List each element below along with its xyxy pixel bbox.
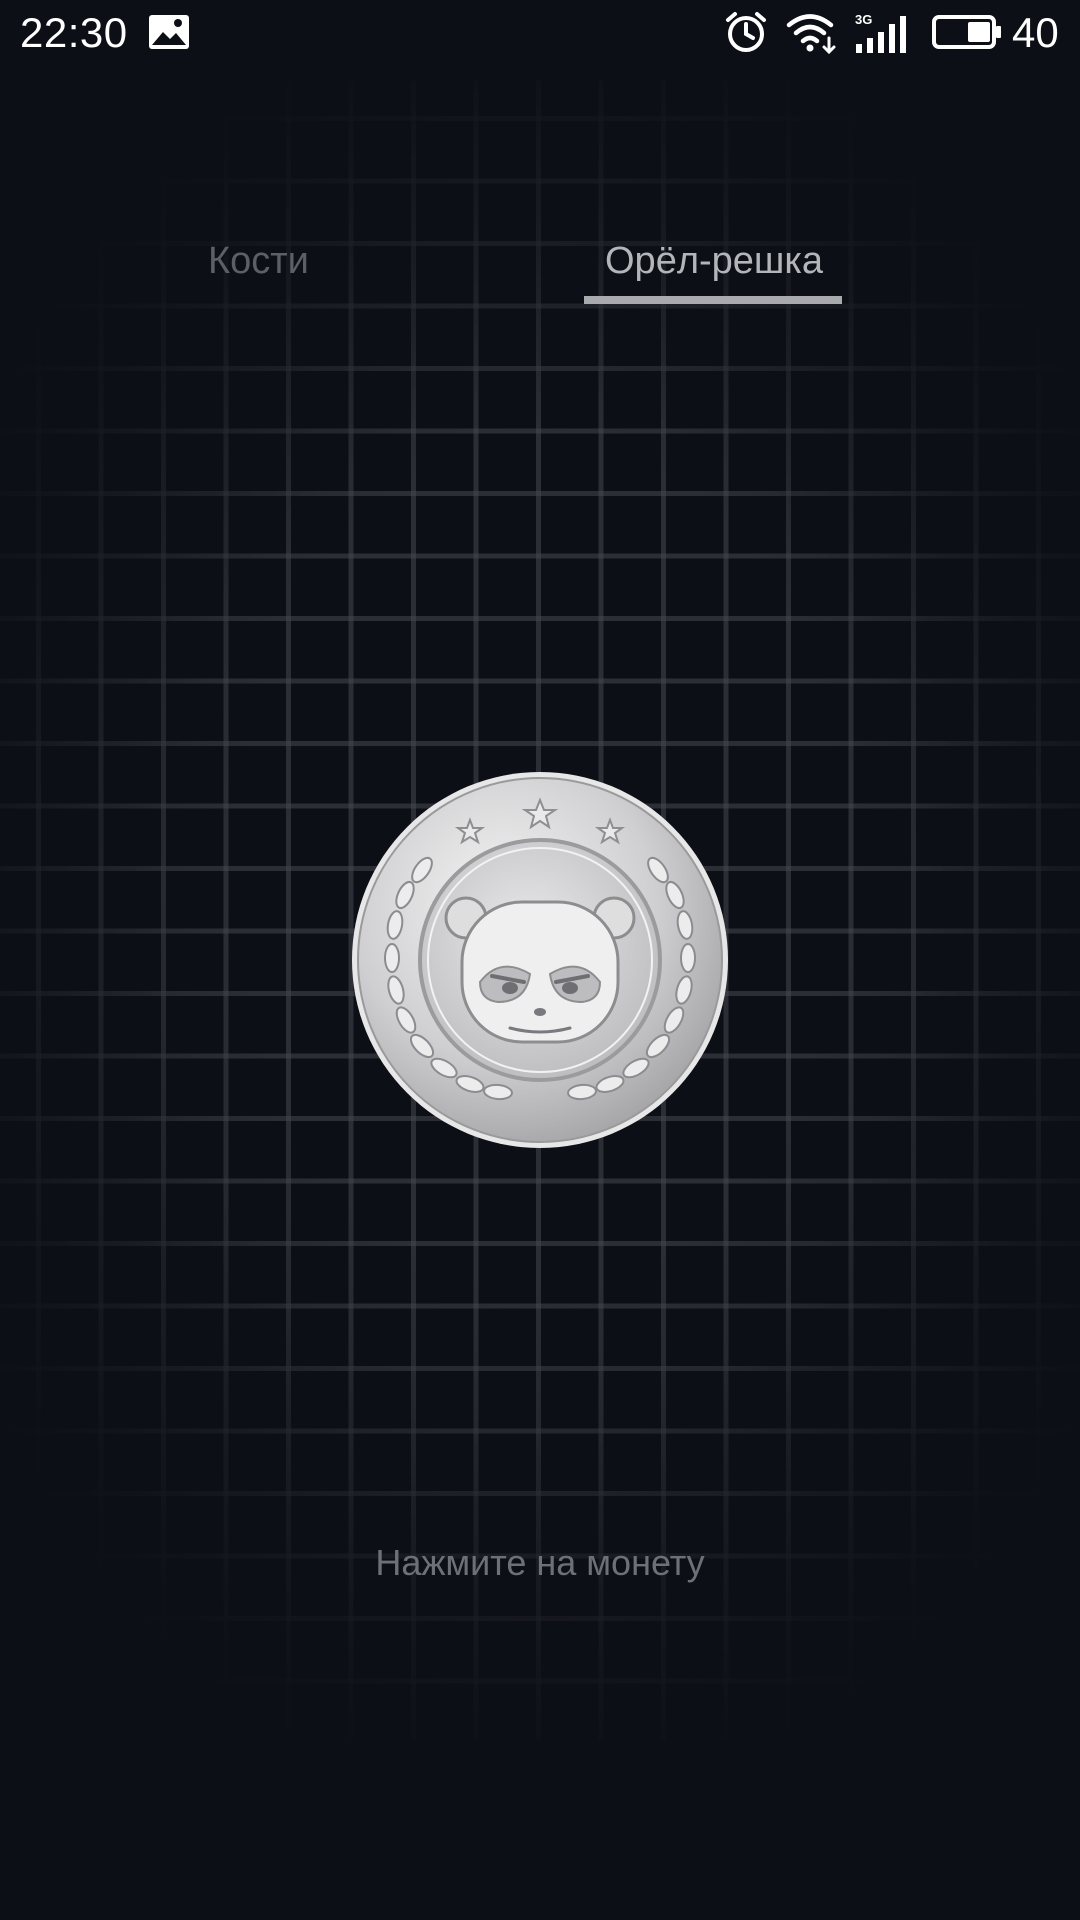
- app-screen: 22:30 3G 40 Кости Орёл-решка Нажмите на …: [0, 0, 1080, 1920]
- alarm-icon: [726, 12, 766, 52]
- tab-dice[interactable]: Кости: [208, 226, 408, 296]
- panda-coin-icon[interactable]: [350, 770, 730, 1150]
- battery-level: 40: [1012, 9, 1059, 56]
- hint-text: Нажмите на монету: [375, 1542, 705, 1583]
- tab-indicator: [584, 296, 842, 304]
- status-time: 22:30: [20, 9, 128, 56]
- tab-coin-flip[interactable]: Орёл-решка: [584, 226, 844, 296]
- battery-icon: [932, 15, 1001, 49]
- signal-icon: 3G: [855, 12, 906, 53]
- status-bar: 22:30 3G 40: [0, 0, 1080, 66]
- gallery-icon: [149, 15, 189, 49]
- network-type-label: 3G: [855, 12, 872, 27]
- tab-bar: Кости Орёл-решка: [0, 210, 1080, 310]
- wifi-icon: [786, 14, 836, 54]
